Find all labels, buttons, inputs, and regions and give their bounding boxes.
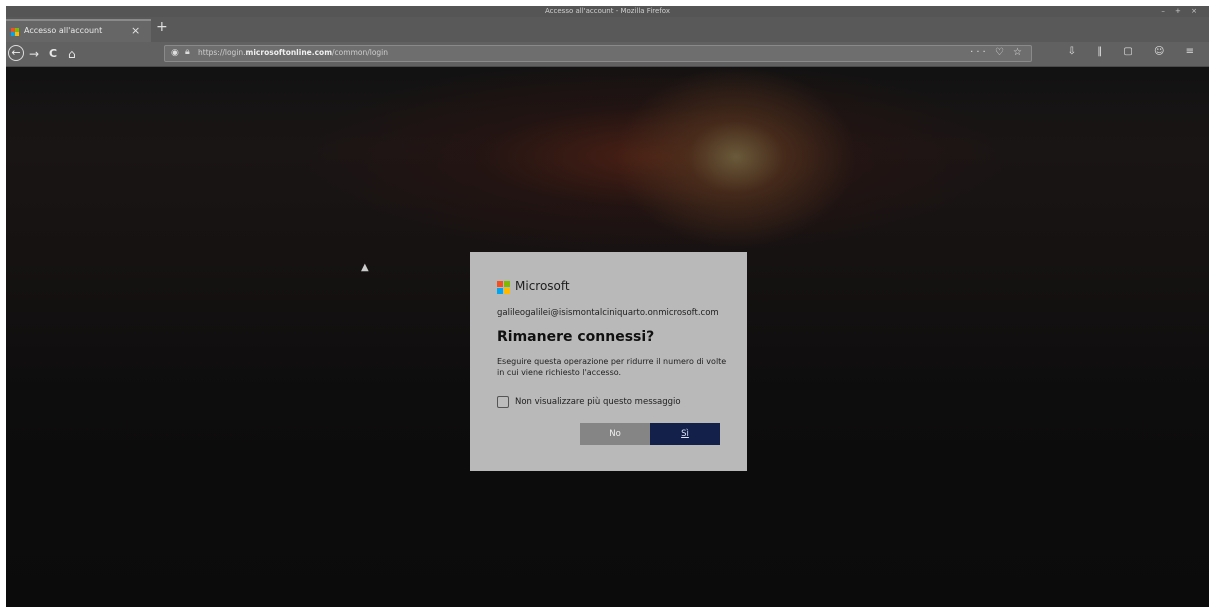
tab-strip: Accesso all'account × + [6, 17, 1209, 42]
dialog-title: Rimanere connessi? [497, 329, 655, 345]
lock-icon[interactable]: 🔒︎ [185, 47, 190, 57]
back-arrow-icon[interactable]: ← [8, 45, 24, 61]
dialog-description: Eseguire questa operazione per ridurre i… [497, 357, 727, 377]
brand-name: Microsoft [515, 279, 570, 293]
home-icon[interactable]: ⌂ [68, 45, 76, 63]
yes-button[interactable]: Sì [650, 423, 720, 445]
microsoft-logo-icon [497, 281, 511, 295]
page-actions-icons[interactable]: ··· ♡ ☆ [970, 47, 1025, 58]
reload-icon[interactable]: C [49, 45, 57, 63]
window-title: Accesso all'account - Mozilla Firefox [545, 7, 670, 15]
tab-accesso-account[interactable]: Accesso all'account × [6, 19, 151, 42]
tab-title: Accesso all'account [24, 26, 103, 35]
url-text[interactable]: https://login.microsoftonline.com/common… [198, 48, 388, 57]
dont-show-again-checkbox[interactable] [497, 396, 509, 408]
url-bar[interactable]: ◉ 🔒︎ https://login.microsoftonline.com/c… [164, 45, 1032, 62]
page-content: ▲ Microsoft galileogalilei@isismontalcin… [6, 67, 1209, 607]
microsoft-favicon-icon [11, 28, 19, 36]
tab-close-icon[interactable]: × [131, 24, 140, 37]
forward-arrow-icon[interactable]: → [29, 45, 39, 63]
checkbox-label[interactable]: Non visualizzare più questo messaggio [515, 397, 681, 407]
no-button[interactable]: No [580, 423, 650, 445]
window-controls[interactable]: – + × [1161, 6, 1201, 17]
mouse-cursor-icon: ▲ [361, 262, 369, 273]
new-tab-icon[interactable]: + [156, 20, 168, 34]
tracking-shield-icon[interactable]: ◉ [171, 48, 179, 58]
stay-signed-in-dialog: Microsoft galileogalilei@isismontalciniq… [470, 252, 747, 471]
title-bar: Accesso all'account - Mozilla Firefox – … [6, 6, 1209, 17]
navigation-bar: ← → C ⌂ ◉ 🔒︎ https://login.microsoftonli… [6, 42, 1209, 67]
toolbar-right-icons[interactable]: ⇩ ‖ ▢ ☺ ≡ [1068, 46, 1203, 57]
account-email: galileogalilei@isismontalciniquarto.onmi… [497, 308, 719, 318]
browser-window: Accesso all'account - Mozilla Firefox – … [6, 6, 1209, 607]
